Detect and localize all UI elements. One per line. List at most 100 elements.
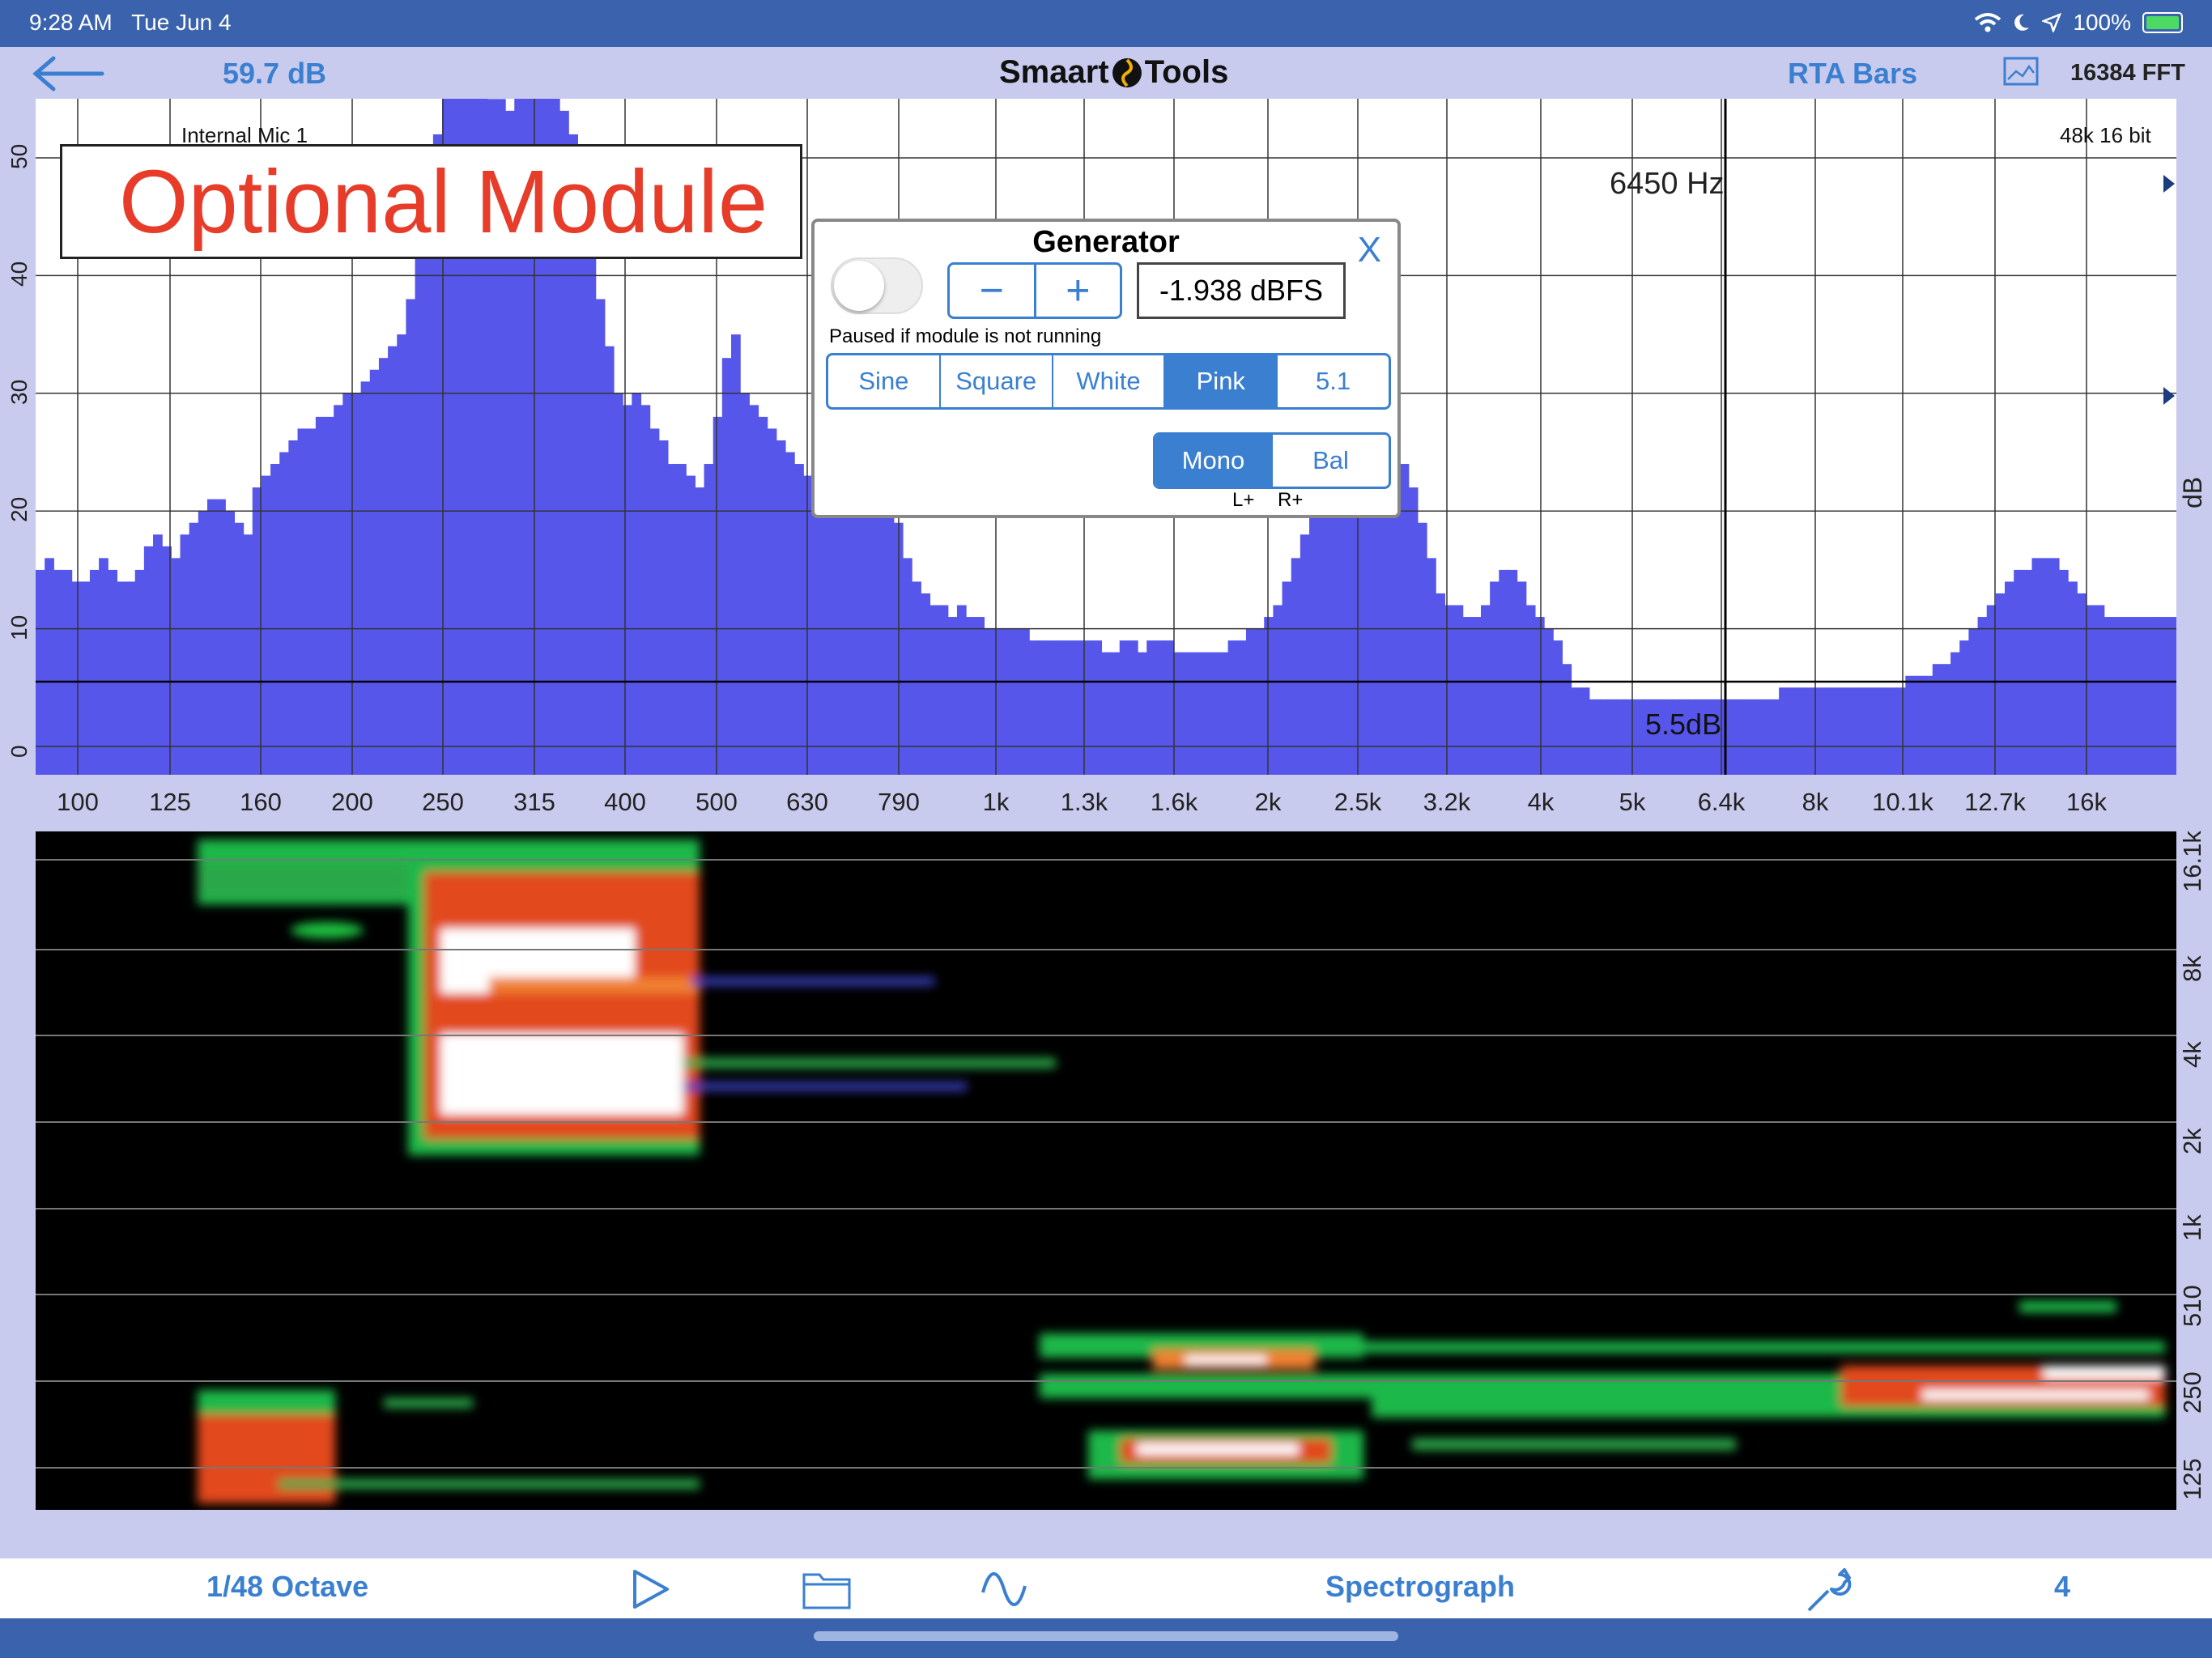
marker-arrow-icon[interactable] xyxy=(2163,387,2175,405)
spl-reading[interactable]: 59.7 dB xyxy=(223,57,326,91)
rta-bar xyxy=(117,581,127,775)
rta-bar xyxy=(947,617,958,775)
rta-bar xyxy=(2014,569,2023,775)
resolution-button[interactable]: 1/48 Octave xyxy=(206,1570,368,1604)
x-tick-label: 8k xyxy=(1802,788,1829,816)
spectrograph[interactable] xyxy=(36,831,2176,1510)
wifi-icon xyxy=(1975,13,2001,32)
rta-bar xyxy=(2023,569,2033,775)
rta-bar xyxy=(45,558,54,775)
rta-bar xyxy=(1092,640,1103,775)
level-field[interactable]: -1.938 dBFS xyxy=(1137,262,1346,319)
generator-panel: Generator X − + -1.938 dBFS Paused if mo… xyxy=(811,219,1401,518)
rta-bar xyxy=(1616,699,1627,775)
spectrograph-tick-label: 16.1k xyxy=(2178,831,2206,892)
y-tick-label: 30 xyxy=(6,379,32,405)
home-indicator xyxy=(0,1618,2212,1658)
level-stepper[interactable]: − + xyxy=(947,262,1122,319)
y-axis-label: dB SPL xyxy=(2178,459,2212,508)
folder-icon[interactable] xyxy=(802,1568,852,1610)
spectrograph-tick-label: 510 xyxy=(2178,1285,2206,1327)
play-icon[interactable] xyxy=(630,1568,670,1610)
rta-bar xyxy=(388,346,398,775)
fft-size[interactable]: 16384 FFT xyxy=(2070,60,2185,87)
rta-bar xyxy=(866,475,877,775)
rta-bar xyxy=(1336,487,1346,775)
rta-bar xyxy=(1227,640,1238,775)
x-tick-label: 4k xyxy=(1527,788,1555,816)
signal-generator-icon[interactable] xyxy=(980,1568,1028,1610)
rta-bar xyxy=(1851,687,1861,775)
rta-bar xyxy=(993,628,1003,775)
rta-bar xyxy=(1128,640,1138,775)
x-tick-label: 1.6k xyxy=(1150,788,1198,816)
marker-arrow-icon[interactable] xyxy=(2163,175,2175,193)
y-tick-label: 10 xyxy=(6,614,32,640)
rta-bar xyxy=(1806,687,1816,775)
x-tick-label: 790 xyxy=(878,788,920,816)
rta-bar xyxy=(938,605,949,775)
rta-bar xyxy=(180,534,190,775)
rta-bar xyxy=(1309,511,1319,775)
rta-bar xyxy=(1499,569,1509,775)
rta-bar xyxy=(351,393,362,775)
generator-enable-toggle[interactable] xyxy=(831,257,923,314)
rta-bar xyxy=(243,534,253,775)
channel-mono-option[interactable]: Mono xyxy=(1155,435,1271,487)
x-tick-label: 2k xyxy=(1254,788,1282,816)
level-increase-button[interactable]: + xyxy=(1033,265,1121,317)
generator-title: Generator xyxy=(1032,225,1180,259)
rta-bar xyxy=(731,334,741,775)
rta-bar xyxy=(1634,699,1644,775)
rta-bar xyxy=(1318,487,1328,775)
rta-bar xyxy=(966,617,976,775)
x-tick-label: 5k xyxy=(1619,788,1646,816)
battery-icon xyxy=(2142,12,2183,33)
signal-type-selector[interactable]: Sine Square White Pink 5.1 xyxy=(826,353,1391,410)
app-title: Smaart Tools xyxy=(999,54,1228,91)
rta-bar xyxy=(2077,593,2087,775)
rta-bar xyxy=(1598,699,1608,775)
left-polarity-label: L+ xyxy=(1232,489,1255,511)
rta-bar xyxy=(640,405,651,775)
rta-bar xyxy=(171,558,181,775)
mode-button[interactable]: Spectrograph xyxy=(1325,1570,1515,1604)
rta-bar xyxy=(1138,652,1147,775)
level-decrease-button[interactable]: − xyxy=(950,265,1034,317)
count-button[interactable]: 4 xyxy=(2054,1570,2070,1604)
rta-bar xyxy=(1860,687,1870,775)
view-mode-button[interactable]: RTA Bars xyxy=(1788,57,1917,91)
rta-bar xyxy=(921,593,931,775)
spectrograph-graph[interactable] xyxy=(36,831,2176,1510)
rta-bar xyxy=(1733,699,1744,775)
back-arrow-icon[interactable] xyxy=(31,55,105,92)
x-tick-label: 1k xyxy=(982,788,1010,816)
close-button[interactable]: X xyxy=(1358,230,1381,270)
signal-sine-option[interactable]: Sine xyxy=(828,355,939,407)
signal-pink-option[interactable]: Pink xyxy=(1163,355,1277,407)
rta-bar xyxy=(1923,675,1933,775)
rta-bar xyxy=(1020,628,1030,775)
screenshot-icon[interactable] xyxy=(2003,55,2039,87)
rta-bar xyxy=(279,452,289,775)
sample-format: 48k 16 bit xyxy=(2060,123,2151,147)
x-tick-label: 16k xyxy=(2066,788,2107,816)
x-tick-label: 160 xyxy=(240,788,282,816)
signal-5-1-option[interactable]: 5.1 xyxy=(1276,355,1389,407)
signal-white-option[interactable]: White xyxy=(1051,355,1164,407)
channel-mode-selector[interactable]: Mono Bal xyxy=(1153,432,1391,489)
rta-bar xyxy=(2112,617,2123,775)
rta-bar xyxy=(1896,687,1906,775)
wrench-icon[interactable] xyxy=(1804,1567,1854,1613)
rta-bar xyxy=(776,440,786,775)
rta-bar xyxy=(1083,640,1093,775)
rta-bar xyxy=(1264,617,1274,775)
rta-bar xyxy=(1544,628,1554,775)
channel-bal-option[interactable]: Bal xyxy=(1271,435,1389,487)
rta-bar xyxy=(1480,605,1491,775)
x-tick-label: 2.5k xyxy=(1334,788,1382,816)
rta-bar xyxy=(1625,699,1636,775)
signal-square-option[interactable]: Square xyxy=(938,355,1052,407)
rta-bar xyxy=(740,393,750,775)
rta-bar xyxy=(1408,487,1419,775)
